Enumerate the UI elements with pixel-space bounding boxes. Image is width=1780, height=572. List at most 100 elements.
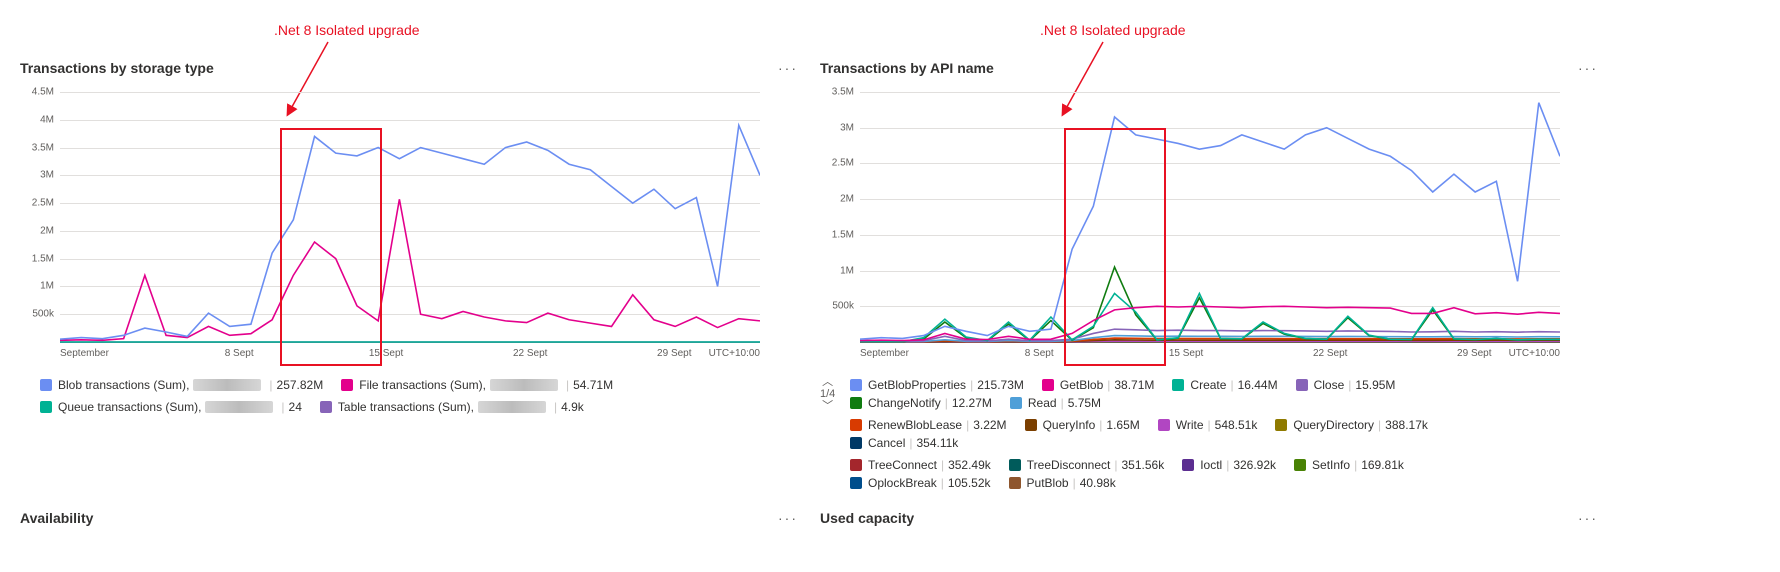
legend-pager[interactable]: ︿ 1/4 ﹀	[820, 376, 835, 412]
legend-name: GetBlob	[1060, 378, 1103, 392]
chart-title-usedcap: Used capacity	[820, 510, 914, 526]
legend-name: Close	[1314, 378, 1345, 392]
y-tick-label: 2.5M	[32, 198, 54, 209]
timezone-label: UTC+10:00	[1509, 348, 1560, 359]
legend-swatch	[850, 477, 862, 489]
y-tick-label: 500k	[32, 309, 54, 320]
more-menu-usedcap[interactable]: ···	[1578, 510, 1598, 526]
more-menu-api[interactable]: ···	[1578, 60, 1598, 76]
legend-storage: Blob transactions (Sum), |257.82M File tr…	[40, 378, 631, 422]
y-tick-label: 2M	[840, 194, 854, 205]
legend-swatch	[1294, 459, 1306, 471]
chart-title-api: Transactions by API name	[820, 60, 994, 76]
legend-name: RenewBlobLease	[868, 418, 962, 432]
legend-name: SetInfo	[1312, 458, 1350, 472]
chart-plot-api[interactable]: 500k1M1.5M2M2.5M3M3.5MSeptember8 Sept15 …	[860, 92, 1560, 342]
legend-item[interactable]: TreeDisconnect|351.56k	[1009, 458, 1164, 472]
legend-value: 351.56k	[1121, 458, 1164, 472]
legend-swatch	[40, 401, 52, 413]
legend-swatch	[1275, 419, 1287, 431]
legend-item[interactable]: Queue transactions (Sum), |24	[40, 400, 302, 414]
legend-value: 38.71M	[1114, 378, 1154, 392]
chevron-up-icon[interactable]: ︿	[820, 376, 835, 388]
legend-item[interactable]: TreeConnect|352.49k	[850, 458, 991, 472]
x-tick-label: 22 Sept	[513, 348, 547, 359]
legend-value: 352.49k	[948, 458, 991, 472]
legend-value: 388.17k	[1385, 418, 1428, 432]
y-tick-label: 4M	[40, 114, 54, 125]
legend-value: 12.27M	[952, 396, 992, 410]
legend-name: QueryInfo	[1043, 418, 1096, 432]
y-tick-label: 4.5M	[32, 87, 54, 98]
legend-redacted	[490, 379, 558, 391]
legend-swatch	[1025, 419, 1037, 431]
chevron-down-icon[interactable]: ﹀	[820, 400, 835, 412]
legend-value: 16.44M	[1238, 378, 1278, 392]
legend-item[interactable]: Table transactions (Sum), |4.9k	[320, 400, 584, 414]
legend-value: 4.9k	[561, 400, 584, 414]
legend-item[interactable]: Write|548.51k	[1158, 418, 1258, 432]
legend-item[interactable]: Close|15.95M	[1296, 378, 1396, 392]
legend-swatch	[850, 459, 862, 471]
legend-name: TreeDisconnect	[1027, 458, 1111, 472]
legend-value: 215.73M	[977, 378, 1024, 392]
legend-value: 354.11k	[916, 436, 958, 450]
y-tick-label: 2.5M	[832, 158, 854, 169]
legend-value: 326.92k	[1233, 458, 1276, 472]
x-tick-label: 29 Sept	[1457, 348, 1491, 359]
y-tick-label: 2M	[40, 225, 54, 236]
annotation-left: .Net 8 Isolated upgrade	[274, 22, 420, 38]
legend-name: ChangeNotify	[868, 396, 941, 410]
legend-swatch	[341, 379, 353, 391]
legend-item[interactable]: ChangeNotify|12.27M	[850, 396, 992, 410]
legend-value: 548.51k	[1215, 418, 1258, 432]
legend-api: GetBlobProperties|215.73M GetBlob|38.71M C…	[850, 378, 1570, 498]
legend-value: 24	[289, 400, 302, 414]
chart-title-storage: Transactions by storage type	[20, 60, 214, 76]
legend-item[interactable]: File transactions (Sum), |54.71M	[341, 378, 613, 392]
x-tick-label: September	[60, 348, 109, 359]
legend-name: OplockBreak	[868, 476, 937, 490]
y-tick-label: 1.5M	[832, 229, 854, 240]
legend-swatch	[1042, 379, 1054, 391]
y-tick-label: 3.5M	[832, 87, 854, 98]
legend-name: QueryDirectory	[1293, 418, 1374, 432]
legend-name: TreeConnect	[868, 458, 937, 472]
legend-swatch	[1009, 459, 1021, 471]
x-tick-label: 22 Sept	[1313, 348, 1347, 359]
timezone-label: UTC+10:00	[709, 348, 760, 359]
x-tick-label: 8 Sept	[1025, 348, 1054, 359]
legend-value: 15.95M	[1355, 378, 1395, 392]
y-tick-label: 500k	[832, 301, 854, 312]
x-tick-label: 15 Sept	[1169, 348, 1203, 359]
legend-item[interactable]: OplockBreak|105.52k	[850, 476, 991, 490]
legend-item[interactable]: QueryInfo|1.65M	[1025, 418, 1140, 432]
legend-name: Read	[1028, 396, 1057, 410]
legend-swatch	[1182, 459, 1194, 471]
legend-item[interactable]: RenewBlobLease|3.22M	[850, 418, 1007, 432]
legend-item[interactable]: QueryDirectory|388.17k	[1275, 418, 1428, 432]
annotation-right: .Net 8 Isolated upgrade	[1040, 22, 1186, 38]
legend-value: 40.98k	[1080, 476, 1116, 490]
legend-item[interactable]: PutBlob|40.98k	[1009, 476, 1116, 490]
more-menu-availability[interactable]: ···	[778, 510, 798, 526]
x-tick-label: 29 Sept	[657, 348, 691, 359]
legend-swatch	[850, 437, 862, 449]
legend-item[interactable]: Cancel|354.11k	[850, 436, 958, 450]
legend-swatch	[1172, 379, 1184, 391]
legend-item[interactable]: GetBlobProperties|215.73M	[850, 378, 1024, 392]
legend-item[interactable]: Blob transactions (Sum), |257.82M	[40, 378, 323, 392]
legend-value: 54.71M	[573, 378, 613, 392]
legend-item[interactable]: Ioctl|326.92k	[1182, 458, 1276, 472]
chart-plot-storage[interactable]: 500k1M1.5M2M2.5M3M3.5M4M4.5MSeptember8 S…	[60, 92, 760, 342]
legend-item[interactable]: SetInfo|169.81k	[1294, 458, 1404, 472]
y-tick-label: 1M	[840, 265, 854, 276]
more-menu-storage[interactable]: ···	[778, 60, 798, 76]
legend-swatch	[1009, 477, 1021, 489]
x-tick-label: September	[860, 348, 909, 359]
legend-swatch	[850, 379, 862, 391]
legend-item[interactable]: Create|16.44M	[1172, 378, 1277, 392]
legend-item[interactable]: Read|5.75M	[1010, 396, 1101, 410]
legend-redacted	[205, 401, 273, 413]
legend-item[interactable]: GetBlob|38.71M	[1042, 378, 1155, 392]
